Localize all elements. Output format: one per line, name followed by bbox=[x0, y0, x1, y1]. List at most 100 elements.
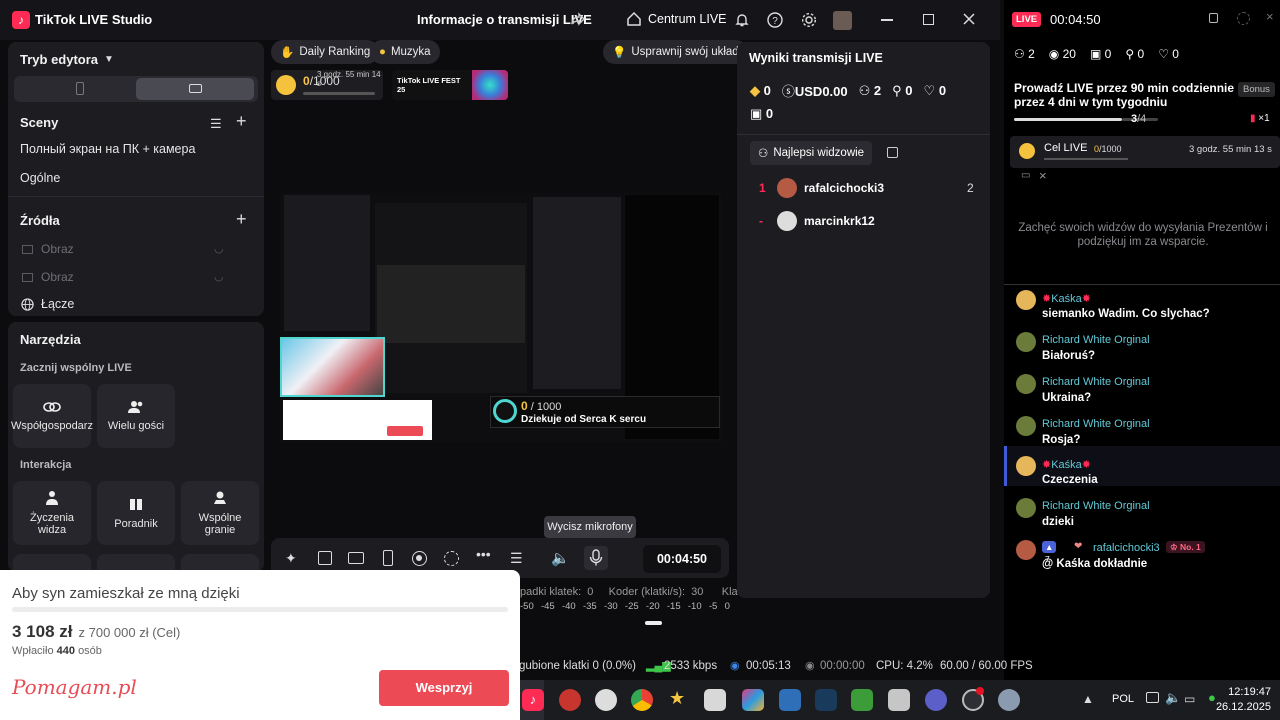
effects-icon[interactable]: ✦ bbox=[285, 550, 297, 567]
chat-avatar bbox=[1016, 374, 1036, 394]
support-button[interactable]: Wesprzyj bbox=[379, 670, 509, 706]
music-chip[interactable]: ● Muzyka bbox=[370, 40, 440, 64]
record-icon[interactable] bbox=[412, 551, 427, 566]
teams-icon[interactable] bbox=[925, 689, 947, 711]
microphone-button[interactable] bbox=[584, 546, 608, 570]
stream-preview[interactable]: 0 / 1000 Dziekuje od Serca K sercu bbox=[280, 193, 721, 442]
minimize-icon[interactable] bbox=[881, 19, 893, 21]
lock-icon[interactable] bbox=[1209, 13, 1218, 23]
goal-widget[interactable]: 0/1000 3 godz. 55 min 14 s bbox=[271, 70, 383, 100]
fundraiser-progress-bar bbox=[12, 607, 508, 612]
add-scene-icon[interactable]: + bbox=[236, 111, 247, 132]
landscape-option[interactable] bbox=[136, 78, 254, 100]
source-item[interactable]: Obraz bbox=[22, 242, 74, 256]
volume-slider-handle[interactable] bbox=[645, 621, 662, 625]
guide-button[interactable]: Poradnik bbox=[97, 481, 175, 545]
network-icon[interactable] bbox=[1146, 692, 1159, 703]
live-goal-bar[interactable]: Cel LIVE 0/1000 3 godz. 55 min 13 s bbox=[1010, 136, 1280, 168]
eye-hidden-icon[interactable]: ◡ bbox=[214, 270, 224, 283]
wishes-icon bbox=[46, 491, 58, 505]
language-indicator[interactable]: POL bbox=[1112, 693, 1134, 705]
improve-layout-chip[interactable]: 💡 Usprawnij swój układ bbox=[603, 40, 748, 64]
users-icon bbox=[128, 401, 143, 413]
share-icon[interactable] bbox=[570, 11, 586, 27]
mixer-icon[interactable]: ☰ bbox=[510, 550, 523, 567]
results-stats-row: ◆ 0 ⓢUSD0.00 ⚇ 2 ⚲ 0 ♡ 0 bbox=[750, 81, 946, 100]
capture-icon[interactable] bbox=[444, 551, 459, 566]
eye-hidden-icon[interactable]: ◡ bbox=[214, 242, 224, 255]
portrait-icon[interactable] bbox=[76, 82, 84, 95]
source-label: Obraz bbox=[41, 242, 74, 256]
export-icon[interactable] bbox=[887, 147, 898, 158]
app-icon-red[interactable] bbox=[559, 689, 581, 711]
meter-tick: -25 bbox=[624, 601, 639, 612]
viewer-wishes-button[interactable]: Życzenia widza bbox=[13, 481, 91, 545]
multi-guest-button[interactable]: Wielu gości bbox=[97, 384, 175, 448]
watch-count: ◉ 20 bbox=[1048, 47, 1076, 61]
dollar-stat: ⓢUSD0.00 bbox=[781, 84, 848, 99]
app-icon-hat[interactable] bbox=[704, 689, 726, 711]
cohost-button[interactable]: Współgospodarz bbox=[11, 384, 93, 448]
camera-add-icon[interactable] bbox=[348, 552, 364, 564]
user-avatar[interactable] bbox=[833, 11, 852, 30]
help-icon[interactable]: ? bbox=[767, 12, 783, 28]
app-icon-photos[interactable] bbox=[779, 689, 801, 711]
chat-counts: ⚇ 2 ◉ 20 ▣ 0 ⚲ 0 ♡ 0 bbox=[1014, 47, 1179, 61]
bell-icon[interactable] bbox=[734, 12, 750, 28]
viewers-icon: ⚇ bbox=[1014, 47, 1025, 61]
svg-text:?: ? bbox=[772, 16, 778, 27]
source-item[interactable]: Obraz bbox=[22, 270, 74, 284]
add-source-icon[interactable]: + bbox=[236, 209, 247, 230]
list-icon[interactable]: ☰ bbox=[210, 116, 222, 132]
follow-count: ⚲ 0 bbox=[1125, 47, 1145, 61]
app-icon-media[interactable] bbox=[888, 689, 910, 711]
clock-time[interactable]: 12:19:47 bbox=[1223, 686, 1271, 698]
viewer-row[interactable]: - marcinkrk12 bbox=[750, 211, 978, 231]
mini-results bbox=[533, 197, 621, 389]
tray-chevron-icon[interactable]: ▲ bbox=[1082, 692, 1094, 706]
editor-mode-label: Tryb edytora bbox=[20, 52, 99, 67]
broadcast-info-title[interactable]: Informacje o transmisji LIVE bbox=[417, 12, 592, 27]
live-center-button[interactable]: Centrum LIVE bbox=[626, 11, 727, 27]
play-together-button[interactable]: Wspólne granie bbox=[181, 481, 259, 545]
viewer-row[interactable]: 1 rafalcichocki3 2 bbox=[750, 178, 978, 198]
challenge-bar-fill bbox=[1014, 118, 1122, 121]
scene-item[interactable]: Полный экран на ПК + камера bbox=[20, 142, 195, 156]
editor-mode-dropdown[interactable]: Tryb edytora ▼ bbox=[20, 52, 114, 67]
close-icon[interactable] bbox=[962, 12, 976, 26]
goal-time: 3 godz. 55 min 14 s bbox=[317, 70, 381, 88]
fest-banner[interactable]: TikTok LIVE FEST 25 bbox=[392, 70, 508, 100]
pin-icon[interactable]: ▭ bbox=[1021, 170, 1030, 181]
app-icon-slack[interactable] bbox=[742, 689, 764, 711]
top-viewers-tab[interactable]: ⚇ Najlepsi widzowie bbox=[750, 141, 873, 165]
meter-tick: -40 bbox=[561, 601, 576, 612]
star-app-icon[interactable]: ★ bbox=[669, 688, 685, 709]
phone-icon[interactable] bbox=[383, 550, 393, 566]
app-icon-green[interactable] bbox=[851, 689, 873, 711]
scene-item[interactable]: Ogólne bbox=[20, 171, 60, 185]
settings-gear-icon[interactable] bbox=[801, 12, 817, 28]
close-chat-icon[interactable]: × bbox=[1266, 9, 1274, 24]
clock-date[interactable]: 26.12.2025 bbox=[1215, 701, 1271, 713]
more-icon[interactable]: ••• bbox=[476, 546, 491, 562]
taskbar-active-app[interactable]: ♪ bbox=[520, 680, 544, 720]
close-goal-icon[interactable]: × bbox=[1039, 168, 1047, 183]
level-badge: ▲ 7 bbox=[1042, 541, 1057, 564]
source-item[interactable]: Łącze bbox=[21, 297, 74, 311]
battery-icon[interactable]: ▭ bbox=[1184, 692, 1195, 706]
speaker-icon[interactable]: 🔈 bbox=[551, 549, 570, 567]
meter-tick: -45 bbox=[540, 601, 555, 612]
media-icon[interactable] bbox=[318, 551, 332, 565]
maximize-icon[interactable] bbox=[923, 14, 934, 25]
steam-icon[interactable] bbox=[815, 689, 837, 711]
chrome-icon[interactable] bbox=[631, 689, 653, 711]
daily-ranking-chip[interactable]: ✋ Daily Ranking bbox=[271, 40, 380, 64]
crown-icon: ♔ bbox=[1170, 542, 1178, 552]
settings-icon[interactable] bbox=[1237, 12, 1250, 25]
app-icon-compass[interactable] bbox=[595, 689, 617, 711]
stream-timer: 00:04:50 bbox=[643, 545, 721, 573]
live-duration: 00:04:50 bbox=[1050, 12, 1101, 27]
volume-icon[interactable]: 🔈 bbox=[1165, 690, 1181, 706]
viewers-icon: ⚇ bbox=[858, 82, 871, 98]
settings-app-icon[interactable] bbox=[998, 689, 1020, 711]
